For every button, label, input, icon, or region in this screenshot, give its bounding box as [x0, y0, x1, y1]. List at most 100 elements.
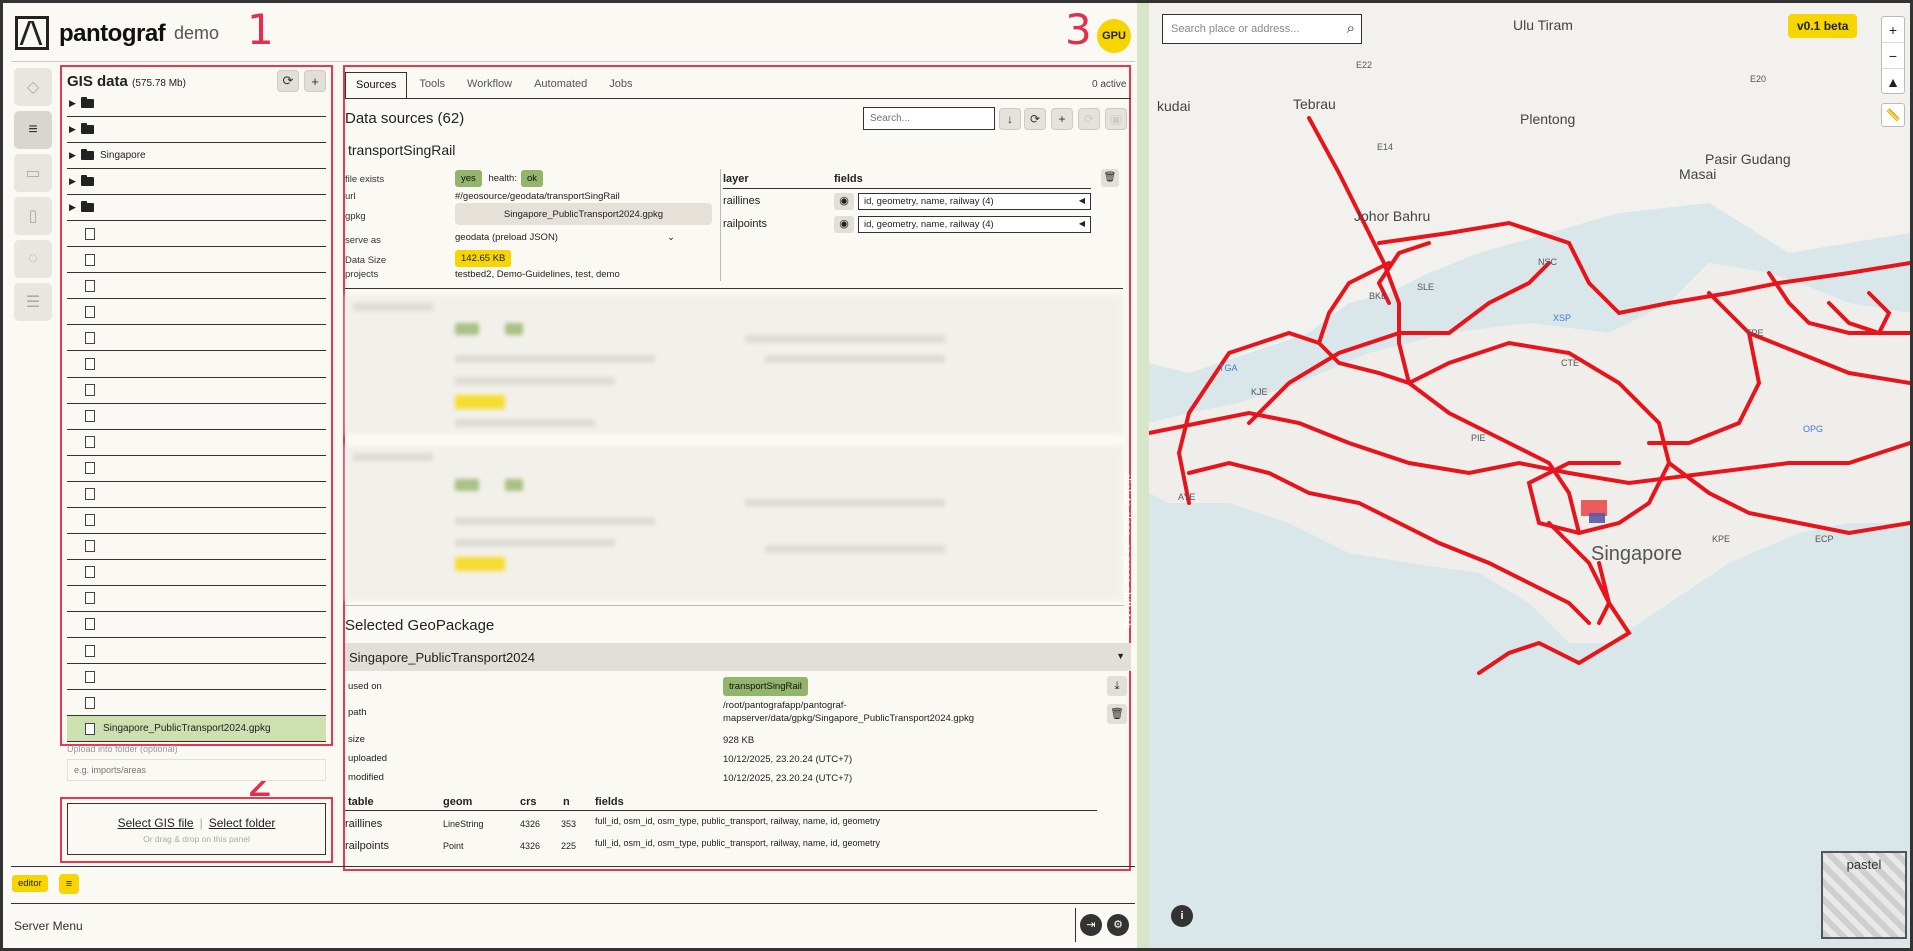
- reload-icon[interactable]: ⟳: [1024, 108, 1046, 130]
- tab-sources[interactable]: Sources: [345, 72, 408, 98]
- health-label: health:: [488, 173, 517, 184]
- zoom-in-icon[interactable]: +: [1882, 17, 1904, 43]
- compass-icon[interactable]: ▲: [1882, 69, 1904, 95]
- map-view[interactable]: Ulu Tiram kudai Tebrau Plentong Pasir Gu…: [1149, 3, 1910, 948]
- tree-folder-row[interactable]: ▶: [67, 195, 326, 222]
- tree-file-row[interactable]: [67, 273, 326, 300]
- sources-search-input[interactable]: [863, 107, 995, 130]
- tree-file-row[interactable]: [67, 404, 326, 430]
- sync-icon[interactable]: ⟳: [1078, 108, 1100, 130]
- save-icon[interactable]: ▣: [1105, 108, 1127, 130]
- tree-file-row[interactable]: [67, 247, 326, 274]
- download-icon[interactable]: ⤓: [1107, 676, 1127, 696]
- eye-icon[interactable]: ◉: [834, 216, 854, 233]
- blurred-source-card: [345, 295, 1123, 435]
- tree-file-row[interactable]: [67, 586, 326, 612]
- file-icon: [85, 357, 95, 370]
- geopackage-header[interactable]: Singapore_PublicTransport2024 ▼: [345, 643, 1131, 671]
- file-icon: [85, 305, 95, 318]
- database-icon[interactable]: ≡: [14, 111, 52, 149]
- gpu-badge[interactable]: GPU: [1097, 19, 1131, 53]
- tab-jobs[interactable]: Jobs: [599, 72, 642, 98]
- settings-gear-icon[interactable]: ⚙: [1107, 914, 1129, 936]
- new-folder-icon[interactable]: +: [304, 70, 326, 92]
- delete-source-icon[interactable]: 🗑: [1101, 169, 1119, 187]
- layer-fields-select[interactable]: id, geometry, name, railway (4) ◀: [858, 216, 1091, 233]
- tab-automated[interactable]: Automated: [524, 72, 597, 98]
- select-gis-file-link[interactable]: Select GIS file: [118, 816, 194, 830]
- path-label: path: [348, 707, 367, 718]
- ruler-icon[interactable]: 📏: [1881, 103, 1905, 127]
- basemap-switcher[interactable]: pastel: [1821, 851, 1907, 939]
- tree-folder-row[interactable]: ▶: [67, 169, 326, 196]
- tab-workflow[interactable]: Workflow: [457, 72, 522, 98]
- tree-file-row[interactable]: [67, 299, 326, 326]
- logout-icon[interactable]: ⇥: [1080, 914, 1102, 936]
- tree-file-row[interactable]: [67, 482, 326, 508]
- database-icon[interactable]: ≡: [59, 874, 79, 894]
- file-icon: [85, 253, 95, 266]
- tree-file-row[interactable]: Singapore_PublicTransport2024.gpkg: [67, 716, 326, 743]
- caret-right-icon[interactable]: ▶: [69, 202, 81, 213]
- map-search-input[interactable]: Search place or address... ⌕: [1162, 14, 1362, 44]
- health-badge: ok: [520, 170, 544, 187]
- file-icon: [85, 696, 95, 709]
- folder-icon[interactable]: ▭: [14, 154, 52, 192]
- search-icon[interactable]: ⌕: [1347, 20, 1355, 37]
- caret-right-icon[interactable]: ▶: [69, 150, 81, 161]
- tree-folder-row[interactable]: ▶: [67, 117, 326, 144]
- drop-zone[interactable]: Select GIS file | Select folder Or drag & …: [67, 803, 326, 855]
- file-icon: [85, 227, 95, 240]
- caret-right-icon[interactable]: ▶: [69, 124, 81, 135]
- tab-tools[interactable]: Tools: [409, 72, 455, 98]
- tree-folder-row[interactable]: ▶ Singapore: [67, 143, 326, 170]
- tree-file-row[interactable]: [67, 430, 326, 456]
- server-menu-label[interactable]: Server Menu: [14, 919, 83, 933]
- add-source-icon[interactable]: +: [1051, 108, 1073, 130]
- layer-fields-select[interactable]: id, geometry, name, railway (4) ◀: [858, 193, 1091, 210]
- tree-file-row[interactable]: [67, 560, 326, 586]
- tree-file-row[interactable]: [67, 664, 326, 691]
- folder-icon: [81, 97, 94, 109]
- table-cell-geom: Point: [443, 841, 464, 851]
- pantograf-logo-icon[interactable]: [15, 16, 49, 50]
- tree-file-row[interactable]: [67, 534, 326, 560]
- tree-file-row[interactable]: [67, 221, 326, 248]
- upload-folder-input[interactable]: [67, 759, 326, 781]
- tree-file-row[interactable]: [67, 351, 326, 378]
- tree-file-row[interactable]: [67, 612, 326, 638]
- table-cell-crs: 4326: [520, 841, 541, 851]
- tree-file-row[interactable]: [67, 638, 326, 665]
- tree-file-row[interactable]: [67, 690, 326, 717]
- gpkg-field[interactable]: Singapore_PublicTransport2024.gpkg: [455, 203, 712, 225]
- cube-icon[interactable]: ◇: [14, 68, 52, 106]
- select-folder-link[interactable]: Select folder: [209, 816, 276, 830]
- basemap-label: pastel: [1846, 857, 1882, 872]
- map-icon[interactable]: ▯: [14, 197, 52, 235]
- map-canvas[interactable]: [1149, 3, 1910, 948]
- info-icon[interactable]: i: [1171, 905, 1193, 927]
- caret-right-icon[interactable]: ▶: [69, 176, 81, 187]
- layer-header: layer: [723, 173, 749, 185]
- tree-file-row[interactable]: [67, 325, 326, 352]
- refresh-icon[interactable]: ⟳: [277, 70, 299, 92]
- tree-folder-row[interactable]: ▶: [67, 91, 326, 118]
- serve-as-select[interactable]: geodata (preload JSON) ⌄: [455, 232, 675, 243]
- document-icon[interactable]: ☰: [14, 283, 52, 321]
- map-label-plentong: Plentong: [1520, 111, 1576, 127]
- trash-icon[interactable]: 🗑: [1107, 704, 1127, 724]
- source-url[interactable]: #/geosource/geodata/transportSingRail: [455, 191, 620, 202]
- tree-file-row[interactable]: [67, 456, 326, 482]
- sort-icon[interactable]: ↓: [999, 108, 1021, 130]
- tree-file-row[interactable]: [67, 378, 326, 404]
- user-icon[interactable]: ◌: [14, 240, 52, 278]
- zoom-out-icon[interactable]: −: [1882, 43, 1904, 69]
- panel-toggle-strip[interactable]: [1137, 3, 1149, 948]
- source-card-divider: [345, 288, 1123, 289]
- tree-file-row[interactable]: [67, 508, 326, 534]
- editor-badge[interactable]: editor: [12, 875, 48, 892]
- used-on-badge[interactable]: transportSingRail: [723, 677, 808, 696]
- eye-icon[interactable]: ◉: [834, 193, 854, 210]
- tabs-bar: Sources Tools Workflow Automated Jobs: [345, 72, 645, 98]
- caret-right-icon[interactable]: ▶: [69, 98, 81, 109]
